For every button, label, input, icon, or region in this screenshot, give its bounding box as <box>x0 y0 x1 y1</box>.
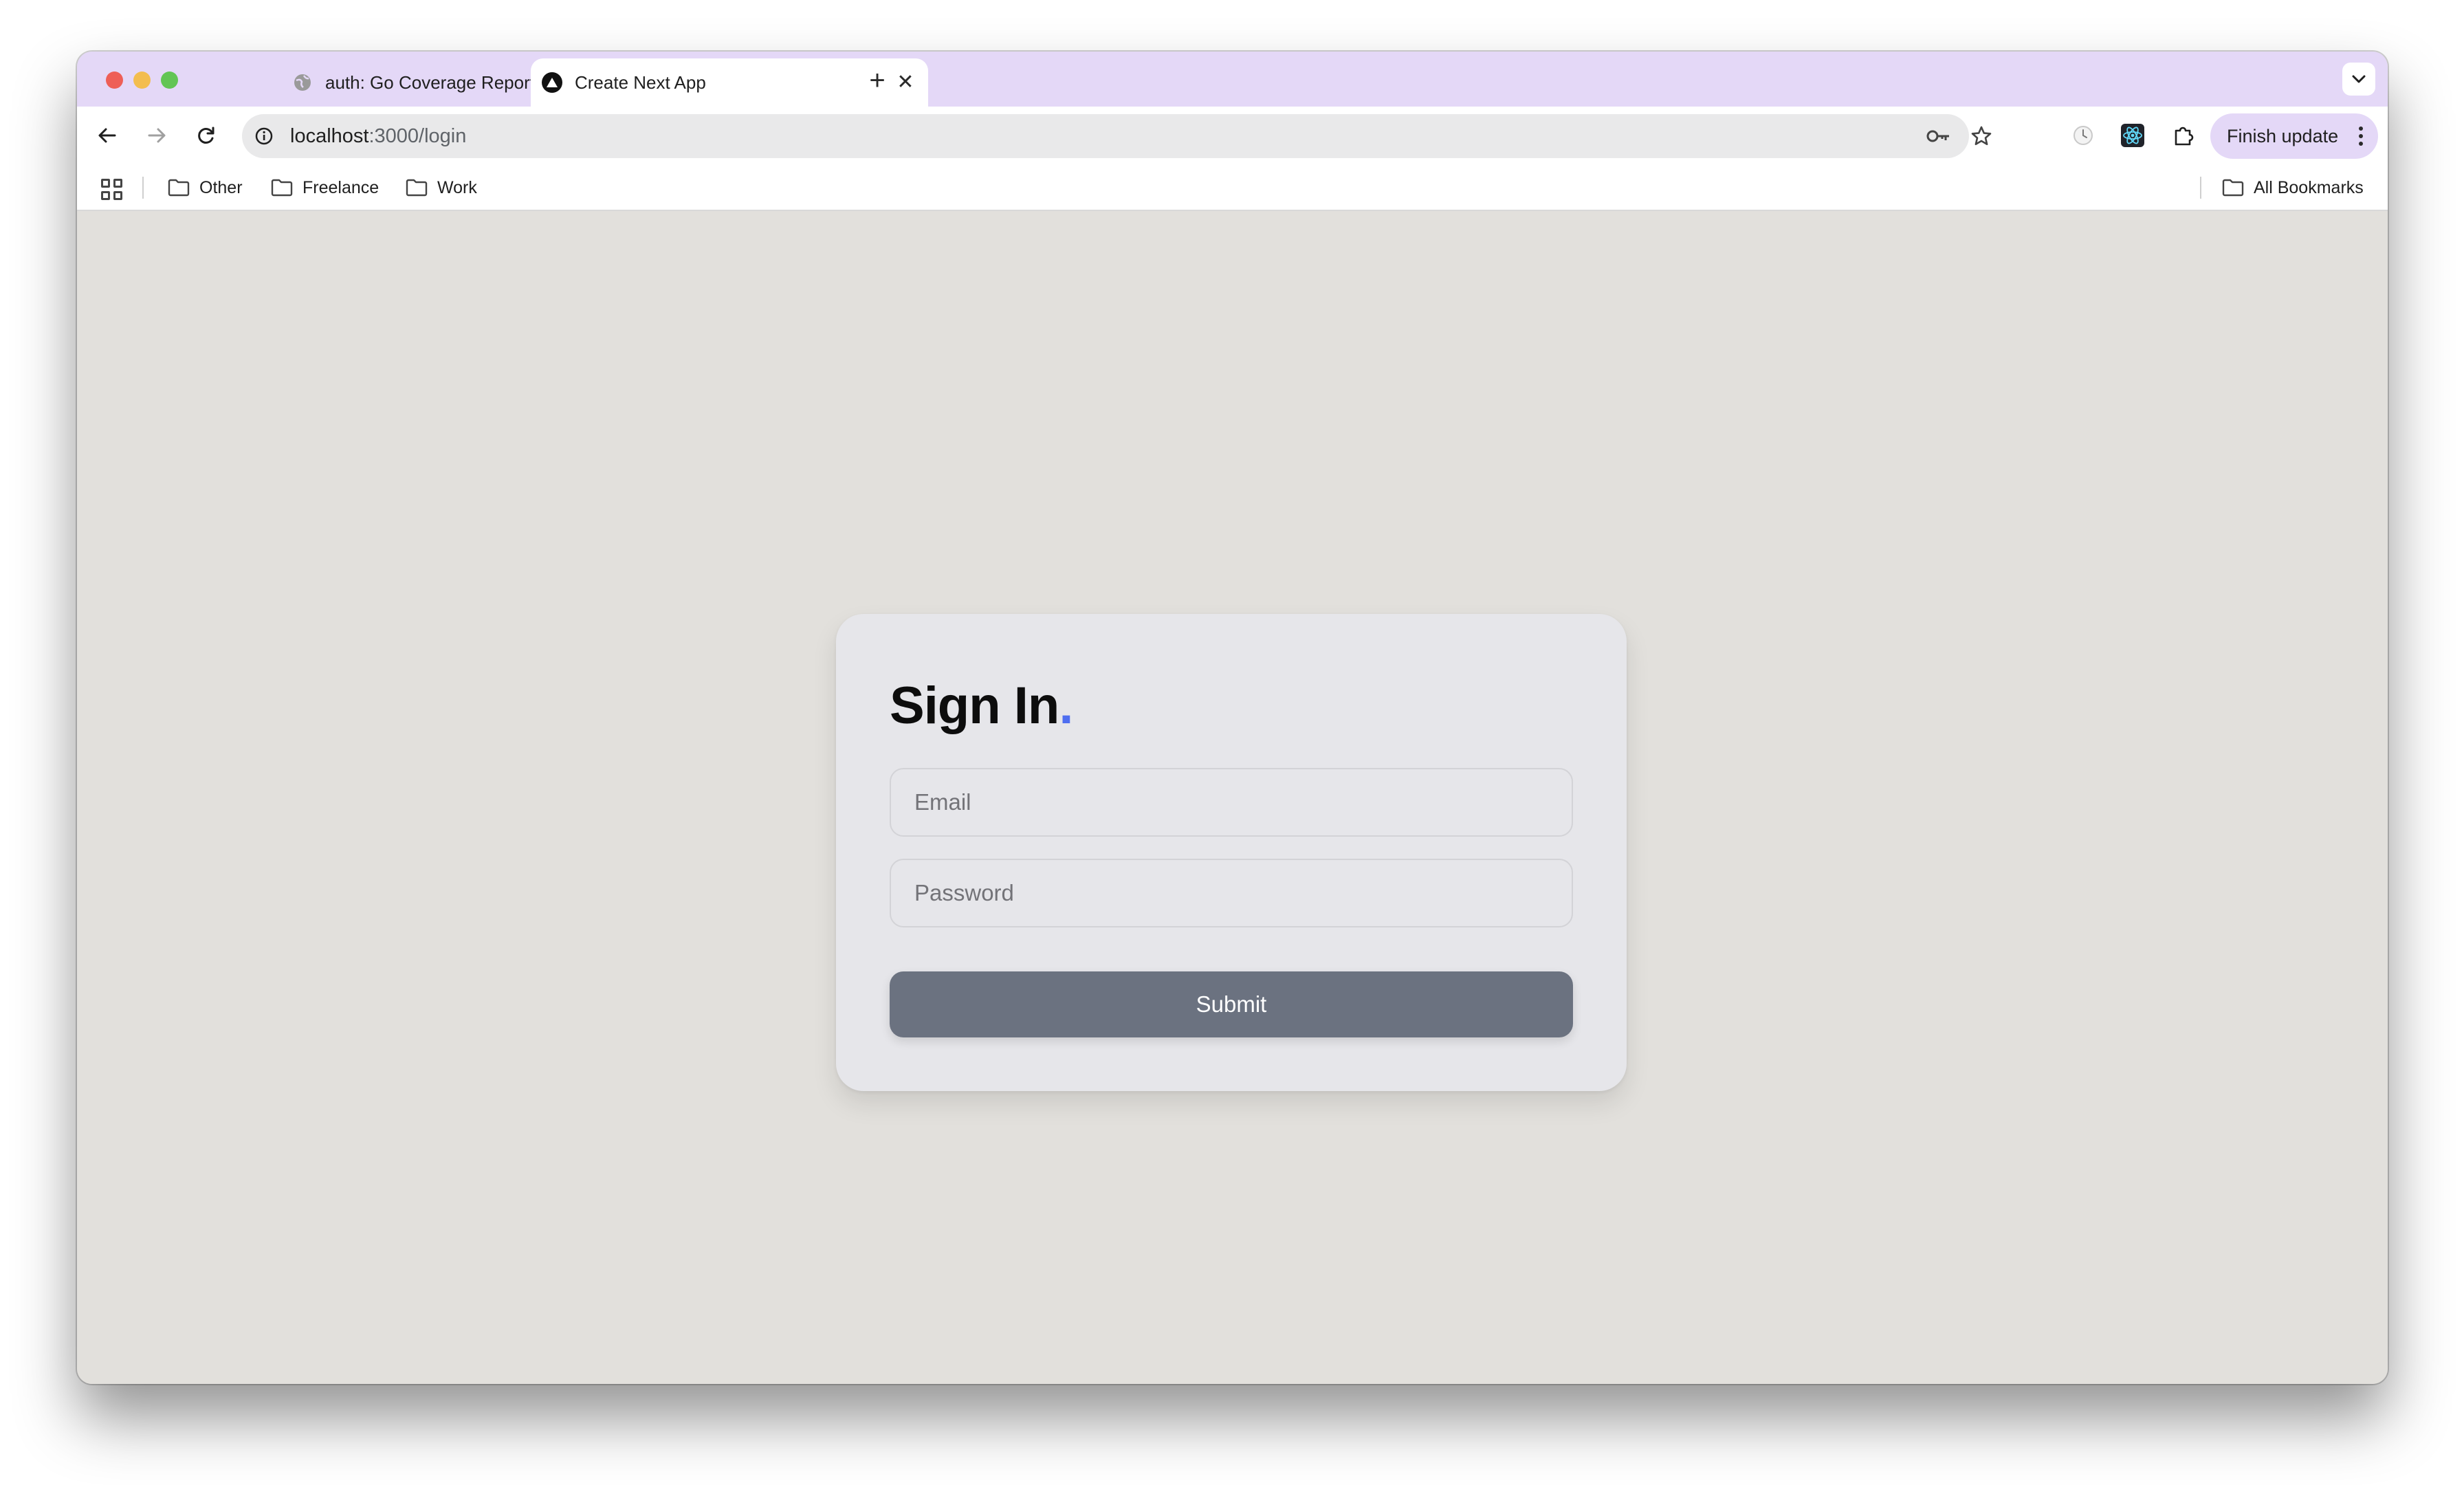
more-menu-icon <box>2359 126 2363 146</box>
title-dot: . <box>1059 676 1073 735</box>
reload-button[interactable] <box>190 119 223 152</box>
login-card: Sign In. Submit <box>836 614 1627 1091</box>
all-bookmarks-button[interactable]: All Bookmarks <box>2222 174 2364 201</box>
folder-icon <box>271 179 293 197</box>
maximize-window-button[interactable] <box>161 72 178 89</box>
apps-grid-icon[interactable] <box>98 175 125 203</box>
all-bookmarks-label: All Bookmarks <box>2254 177 2364 197</box>
bookmark-folder-work[interactable]: Work <box>406 174 477 201</box>
new-tab-button[interactable]: + <box>862 65 892 96</box>
tab-title: auth: Go Coverage Report <box>325 72 535 93</box>
site-info-icon[interactable] <box>252 124 276 148</box>
arrow-left-icon <box>98 128 116 143</box>
finish-update-button[interactable]: Finish update <box>2210 113 2378 159</box>
page-title: Sign In. <box>890 676 1073 736</box>
forward-button[interactable] <box>140 119 173 152</box>
react-devtools-icon[interactable] <box>2116 119 2149 152</box>
folder-icon <box>2222 179 2244 197</box>
url-host: localhost <box>290 124 369 147</box>
bookmarks-divider <box>142 177 144 199</box>
url-text: localhost:3000/login <box>290 125 466 148</box>
password-field[interactable] <box>890 859 1573 927</box>
url-path: :3000/login <box>368 124 467 147</box>
close-window-button[interactable] <box>106 72 123 89</box>
tab-title: Create Next App <box>575 72 706 93</box>
tab-search-button[interactable] <box>2342 63 2375 96</box>
bookmark-label: Work <box>437 177 477 197</box>
globe-icon <box>292 72 313 93</box>
tab-strip: auth: Go Coverage Report ✕ Create Next A… <box>77 52 2388 107</box>
close-tab-icon[interactable]: ✕ <box>895 72 916 93</box>
extensions-puzzle-icon[interactable] <box>2167 119 2200 152</box>
arrow-right-icon <box>148 128 166 143</box>
password-key-icon[interactable] <box>1926 124 1951 148</box>
bookmark-folder-other[interactable]: Other <box>168 174 243 201</box>
finish-update-label: Finish update <box>2227 125 2339 146</box>
folder-icon <box>406 179 428 197</box>
reload-icon <box>198 126 214 144</box>
browser-window: auth: Go Coverage Report ✕ Create Next A… <box>77 52 2388 1384</box>
browser-toolbar: localhost:3000/login Finish update <box>77 107 2388 164</box>
nextjs-triangle-icon <box>542 72 562 93</box>
bookmarks-bar: Other Freelance Work All Bookmarks <box>77 164 2388 211</box>
minimize-window-button[interactable] <box>133 72 151 89</box>
bookmark-label: Other <box>199 177 243 197</box>
back-button[interactable] <box>91 119 124 152</box>
extension-clock-icon[interactable] <box>2067 119 2100 152</box>
address-bar[interactable]: localhost:3000/login <box>242 114 1992 158</box>
folder-icon <box>168 179 190 197</box>
bookmark-folder-freelance[interactable]: Freelance <box>271 174 379 201</box>
chevron-down-icon <box>2352 75 2366 83</box>
email-field[interactable] <box>890 768 1573 837</box>
submit-button[interactable]: Submit <box>890 971 1573 1037</box>
title-text: Sign In <box>890 676 1059 735</box>
bookmarks-divider <box>2200 177 2201 199</box>
bookmark-label: Freelance <box>302 177 380 197</box>
bookmark-star-icon[interactable] <box>1969 124 1994 148</box>
page-viewport: Sign In. Submit <box>77 212 2388 1384</box>
